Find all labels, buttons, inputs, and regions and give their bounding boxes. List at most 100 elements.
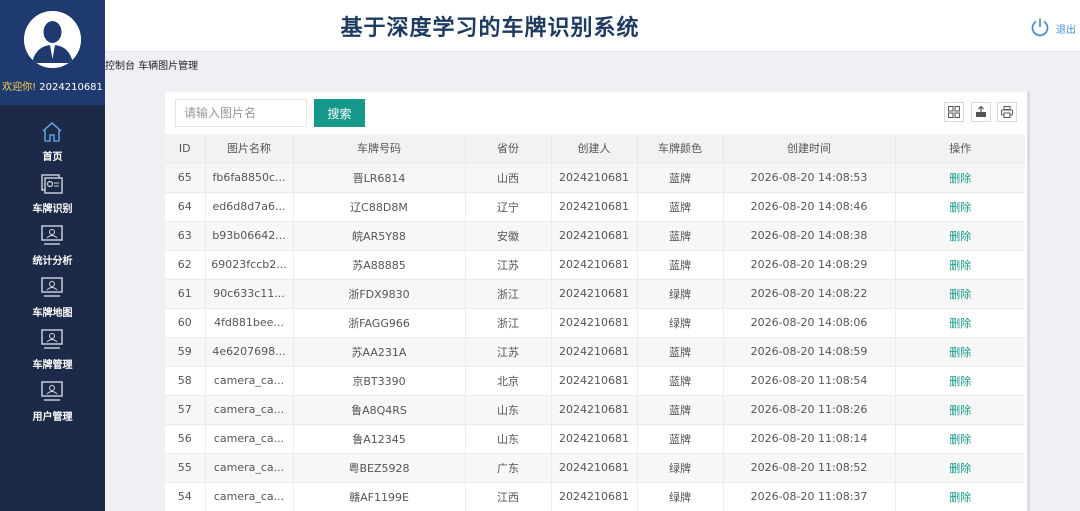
table-row[interactable]: 58 camera_ca... 京BT3390 北京 2024210681 蓝牌 2026-… bbox=[165, 365, 1025, 395]
search-button[interactable]: 搜索 bbox=[314, 99, 365, 127]
search-input[interactable] bbox=[175, 99, 307, 127]
columns-icon bbox=[948, 106, 960, 118]
cell-id: 58 bbox=[165, 365, 206, 395]
column-header[interactable]: 创建人 bbox=[551, 134, 638, 163]
delete-link[interactable]: 删除 bbox=[895, 220, 1025, 250]
cell-province: 北京 bbox=[465, 365, 552, 395]
table-row[interactable]: 61 90c633c11... 浙FDX9830 浙江 2024210681 绿牌 2026… bbox=[165, 278, 1025, 308]
cell-plate-number: 浙FAGG966 bbox=[293, 307, 466, 337]
sidebar: 欢迎你! 2024210681 首页 车牌识别 统计分析 车牌地图 车牌管理 用… bbox=[0, 0, 105, 511]
cell-plate-color: 蓝牌 bbox=[637, 365, 724, 395]
sidebar-item-label: 用户管理 bbox=[32, 412, 73, 423]
column-header[interactable]: 图片名称 bbox=[205, 134, 294, 163]
cell-created-time: 2026-08-20 14:08:46 bbox=[723, 191, 896, 221]
sidebar-item-label: 车牌管理 bbox=[32, 360, 73, 371]
table-row[interactable]: 60 4fd881bee... 浙FAGG966 浙江 2024210681 绿牌 2026… bbox=[165, 307, 1025, 337]
table-row[interactable]: 65 fb6fa8850c... 晋LR6814 山西 2024210681 蓝牌 2026… bbox=[165, 162, 1025, 192]
cell-plate-number: 苏AA231A bbox=[293, 336, 466, 366]
table-row[interactable]: 59 4e6207698... 苏AA231A 江苏 2024210681 蓝牌 2026-… bbox=[165, 336, 1025, 366]
username: 2024210681 bbox=[39, 82, 103, 93]
column-header[interactable]: 车牌颜色 bbox=[637, 134, 724, 163]
column-header[interactable]: 省份 bbox=[465, 134, 552, 163]
delete-link[interactable]: 删除 bbox=[895, 249, 1025, 279]
table-row[interactable]: 57 camera_ca... 鲁A8Q4RS 山东 2024210681 蓝牌 2026-… bbox=[165, 394, 1025, 424]
cell-plate-number: 赣AF1199E bbox=[293, 481, 466, 511]
cell-plate-number: 皖AR5Y88 bbox=[293, 220, 466, 250]
cell-created-time: 2026-08-20 14:08:59 bbox=[723, 336, 896, 366]
logout-button[interactable]: 退出 bbox=[1030, 17, 1080, 39]
cell-id: 56 bbox=[165, 423, 206, 453]
delete-link[interactable]: 删除 bbox=[895, 336, 1025, 366]
sidebar-item-home[interactable]: 首页 bbox=[0, 120, 105, 168]
welcome-text: 欢迎你! 2024210681 bbox=[0, 78, 105, 93]
image-management-panel: 搜索 ID 图片名称 车牌号码 省份 创建人 车牌颜色 创建时间 操作 65fb… bbox=[165, 92, 1027, 511]
column-header[interactable]: 创建时间 bbox=[723, 134, 896, 163]
cell-plate-color: 绿牌 bbox=[637, 452, 724, 482]
cell-plate-number: 鲁A12345 bbox=[293, 423, 466, 453]
cell-province: 广东 bbox=[465, 452, 552, 482]
export-button[interactable] bbox=[971, 102, 991, 122]
columns-button[interactable] bbox=[944, 102, 964, 122]
cell-plate-color: 蓝牌 bbox=[637, 191, 724, 221]
cell-image-name: camera_ca... bbox=[205, 452, 294, 482]
column-header[interactable]: 车牌号码 bbox=[293, 134, 466, 163]
cell-province: 浙江 bbox=[465, 278, 552, 308]
delete-link[interactable]: 删除 bbox=[895, 307, 1025, 337]
delete-link[interactable]: 删除 bbox=[895, 452, 1025, 482]
cell-creator: 2024210681 bbox=[551, 394, 638, 424]
cell-creator: 2024210681 bbox=[551, 423, 638, 453]
page-title: 基于深度学习的车牌识别系统 bbox=[340, 16, 640, 41]
cell-id: 61 bbox=[165, 278, 206, 308]
cell-plate-color: 绿牌 bbox=[637, 307, 724, 337]
table-row[interactable]: 62 69023fccb2... 苏A88885 江苏 2024210681 蓝牌 2026… bbox=[165, 249, 1025, 279]
power-icon bbox=[1030, 17, 1050, 37]
table-row[interactable]: 63 b93b06642... 皖AR5Y88 安徽 2024210681 蓝牌 2026-… bbox=[165, 220, 1025, 250]
cell-plate-number: 苏A88885 bbox=[293, 249, 466, 279]
cell-creator: 2024210681 bbox=[551, 452, 638, 482]
sidebar-item-plate-manage[interactable]: 车牌管理 bbox=[0, 328, 105, 376]
header: 基于深度学习的车牌识别系统 退出 bbox=[105, 0, 1080, 52]
column-header[interactable]: 操作 bbox=[895, 134, 1025, 163]
cell-image-name: 69023fccb2... bbox=[205, 249, 294, 279]
welcome-label: 欢迎你! bbox=[2, 82, 37, 93]
cell-image-name: b93b06642... bbox=[205, 220, 294, 250]
delete-link[interactable]: 删除 bbox=[895, 162, 1025, 192]
breadcrumb-item[interactable]: 车辆图片管理 bbox=[138, 61, 198, 72]
delete-link[interactable]: 删除 bbox=[895, 191, 1025, 221]
delete-link[interactable]: 删除 bbox=[895, 423, 1025, 453]
sidebar-item-map[interactable]: 车牌地图 bbox=[0, 276, 105, 324]
table-row[interactable]: 64 ed6d8d7a6... 辽C88D8M 辽宁 2024210681 蓝牌 2026-… bbox=[165, 191, 1025, 221]
cell-plate-color: 蓝牌 bbox=[637, 336, 724, 366]
cell-plate-color: 蓝牌 bbox=[637, 220, 724, 250]
table-row[interactable]: 54 camera_ca... 赣AF1199E 江西 2024210681 绿牌 2026… bbox=[165, 481, 1025, 511]
cell-created-time: 2026-08-20 14:08:53 bbox=[723, 162, 896, 192]
cell-id: 54 bbox=[165, 481, 206, 511]
cell-province: 山东 bbox=[465, 423, 552, 453]
cell-plate-color: 绿牌 bbox=[637, 481, 724, 511]
table-row[interactable]: 56 camera_ca... 鲁A12345 山东 2024210681 蓝牌 2026-… bbox=[165, 423, 1025, 453]
user-panel: 欢迎你! 2024210681 bbox=[0, 0, 105, 105]
cell-plate-number: 京BT3390 bbox=[293, 365, 466, 395]
sidebar-item-statistics[interactable]: 统计分析 bbox=[0, 224, 105, 272]
cell-id: 65 bbox=[165, 162, 206, 192]
cell-plate-number: 浙FDX9830 bbox=[293, 278, 466, 308]
sidebar-item-recognition[interactable]: 车牌识别 bbox=[0, 172, 105, 220]
delete-link[interactable]: 删除 bbox=[895, 394, 1025, 424]
column-header[interactable]: ID bbox=[165, 134, 206, 163]
cell-province: 山东 bbox=[465, 394, 552, 424]
cell-plate-number: 鲁A8Q4RS bbox=[293, 394, 466, 424]
delete-link[interactable]: 删除 bbox=[895, 278, 1025, 308]
cell-created-time: 2026-08-20 14:08:29 bbox=[723, 249, 896, 279]
scrollbar[interactable] bbox=[1027, 92, 1030, 511]
print-button[interactable] bbox=[997, 102, 1017, 122]
cell-created-time: 2026-08-20 11:08:37 bbox=[723, 481, 896, 511]
delete-link[interactable]: 删除 bbox=[895, 481, 1025, 511]
sidebar-item-user-manage[interactable]: 用户管理 bbox=[0, 380, 105, 428]
home-icon bbox=[40, 120, 64, 144]
delete-link[interactable]: 删除 bbox=[895, 365, 1025, 395]
cell-creator: 2024210681 bbox=[551, 336, 638, 366]
cell-creator: 2024210681 bbox=[551, 220, 638, 250]
cell-plate-color: 绿牌 bbox=[637, 278, 724, 308]
breadcrumb-item[interactable]: 控制台 bbox=[105, 61, 135, 72]
table-row[interactable]: 55 camera_ca... 粤BEZ5928 广东 2024210681 绿牌 2026… bbox=[165, 452, 1025, 482]
